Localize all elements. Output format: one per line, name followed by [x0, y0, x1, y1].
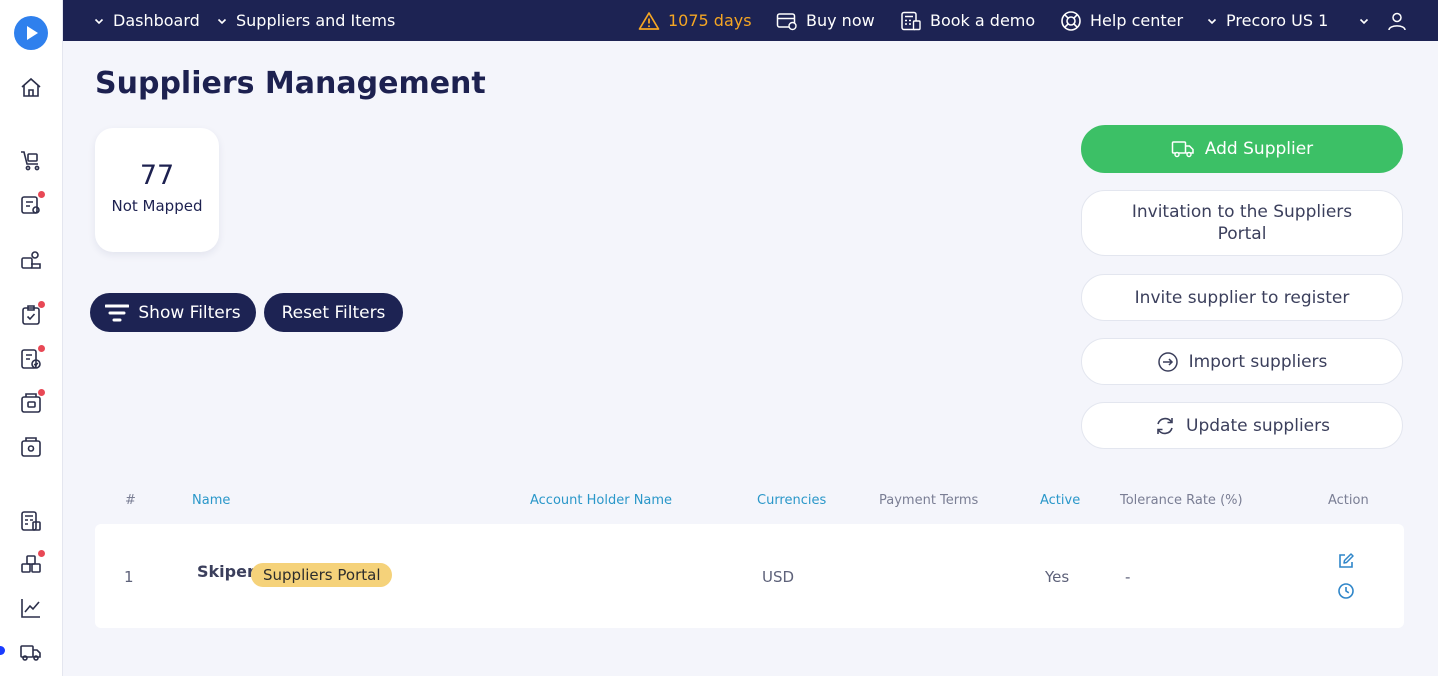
- not-mapped-card[interactable]: 77 Not Mapped: [95, 128, 219, 252]
- truck-icon[interactable]: [19, 640, 43, 664]
- notification-dot: [38, 345, 45, 352]
- notification-dot: [38, 389, 45, 396]
- not-mapped-count: 77: [139, 160, 175, 191]
- book-demo-label: Book a demo: [930, 11, 1036, 30]
- budgets-icon[interactable]: [19, 509, 43, 533]
- import-suppliers-label: Import suppliers: [1188, 351, 1328, 372]
- notification-dot: [38, 191, 45, 198]
- not-mapped-label: Not Mapped: [111, 197, 203, 215]
- chevron-down-icon: [217, 18, 227, 24]
- user-menu[interactable]: [1358, 0, 1408, 41]
- user-icon: [1388, 12, 1406, 30]
- reset-filters-label: Reset Filters: [281, 302, 386, 323]
- update-suppliers-button[interactable]: Update suppliers: [1081, 402, 1403, 449]
- row-tolerance: -: [1125, 568, 1131, 586]
- calculator-icon: [901, 11, 921, 30]
- truck-icon: [1171, 141, 1194, 158]
- nav-suppliers-items[interactable]: Suppliers and Items: [216, 0, 395, 41]
- page-title: Suppliers Management: [95, 66, 486, 101]
- nav-suppliers-items-label: Suppliers and Items: [236, 11, 396, 30]
- chevron-down-icon: [1359, 18, 1369, 24]
- buy-now-link[interactable]: Buy now: [776, 0, 875, 41]
- buy-now-label: Buy now: [806, 11, 875, 30]
- invitation-portal-button[interactable]: Invitation to the Suppliers Portal: [1081, 190, 1403, 256]
- show-filters-button[interactable]: Show Filters: [90, 293, 256, 332]
- warning-icon: [638, 11, 660, 30]
- row-number: 1: [124, 568, 134, 586]
- notification-dot: [38, 550, 45, 557]
- import-suppliers-button[interactable]: Import suppliers: [1081, 338, 1403, 385]
- filter-icon: [105, 304, 130, 321]
- suppliers-users-icon[interactable]: [19, 248, 43, 272]
- company-label: Precoro US 1: [1226, 11, 1329, 30]
- history-clock-icon[interactable]: [1337, 582, 1355, 600]
- trial-days-label: 1075 days: [668, 11, 752, 30]
- row-active: Yes: [1045, 568, 1070, 586]
- column-header-number: #: [125, 493, 136, 508]
- analytics-icon[interactable]: [19, 596, 43, 620]
- notification-dot: [38, 301, 45, 308]
- edit-icon[interactable]: [1337, 552, 1355, 570]
- help-center-link[interactable]: Help center: [1060, 0, 1183, 41]
- payments-icon[interactable]: [19, 435, 43, 459]
- add-supplier-label: Add Supplier: [1204, 139, 1314, 159]
- invoices-icon[interactable]: [19, 389, 45, 415]
- card-icon: [776, 12, 797, 30]
- lifebuoy-icon: [1061, 10, 1081, 31]
- approvals-icon[interactable]: [19, 301, 45, 327]
- help-center-label: Help center: [1090, 11, 1184, 30]
- inventory-icon[interactable]: [19, 550, 45, 576]
- sidebar: [0, 0, 63, 676]
- orders-check-icon[interactable]: [19, 345, 45, 371]
- invitation-portal-label: Invitation to the Suppliers Portal: [1131, 202, 1353, 244]
- suppliers-portal-badge: Suppliers Portal: [251, 563, 393, 587]
- home-icon[interactable]: [19, 76, 43, 100]
- requests-icon[interactable]: [19, 191, 45, 217]
- chevron-down-icon: [94, 18, 104, 24]
- show-filters-label: Show Filters: [138, 302, 241, 323]
- invite-supplier-button[interactable]: Invite supplier to register: [1081, 274, 1403, 321]
- nav-dashboard[interactable]: Dashboard: [93, 0, 200, 41]
- refresh-icon: [1157, 417, 1173, 434]
- row-currency: USD: [762, 568, 795, 586]
- add-supplier-button[interactable]: Add Supplier: [1081, 125, 1403, 173]
- precoro-logo[interactable]: [14, 16, 48, 50]
- column-header-action: Action: [1328, 493, 1369, 508]
- column-header-name[interactable]: Name: [192, 493, 230, 508]
- supplier-name-link[interactable]: Skiper: [197, 562, 255, 581]
- chevron-down-icon: [1207, 18, 1217, 24]
- company-switcher[interactable]: Precoro US 1: [1206, 0, 1328, 41]
- column-header-currencies[interactable]: Currencies: [757, 493, 826, 508]
- column-header-active[interactable]: Active: [1040, 493, 1080, 508]
- reset-filters-button[interactable]: Reset Filters: [264, 293, 403, 332]
- trial-days-link[interactable]: 1075 days: [638, 0, 752, 41]
- nav-dashboard-label: Dashboard: [113, 11, 200, 30]
- update-suppliers-label: Update suppliers: [1186, 415, 1330, 436]
- column-header-payment-terms: Payment Terms: [879, 493, 979, 508]
- top-navigation-bar: Dashboard Suppliers and Items 1075 days …: [63, 0, 1438, 41]
- cart-icon[interactable]: [19, 148, 43, 172]
- column-header-account-holder[interactable]: Account Holder Name: [530, 493, 672, 508]
- invite-supplier-label: Invite supplier to register: [1134, 287, 1350, 308]
- active-indicator: [0, 646, 5, 655]
- column-header-tolerance: Tolerance Rate (%): [1120, 493, 1243, 508]
- book-demo-link[interactable]: Book a demo: [900, 0, 1035, 41]
- table-row: 1 Skiper Suppliers Portal USD Yes -: [95, 524, 1404, 628]
- import-icon: [1157, 351, 1178, 372]
